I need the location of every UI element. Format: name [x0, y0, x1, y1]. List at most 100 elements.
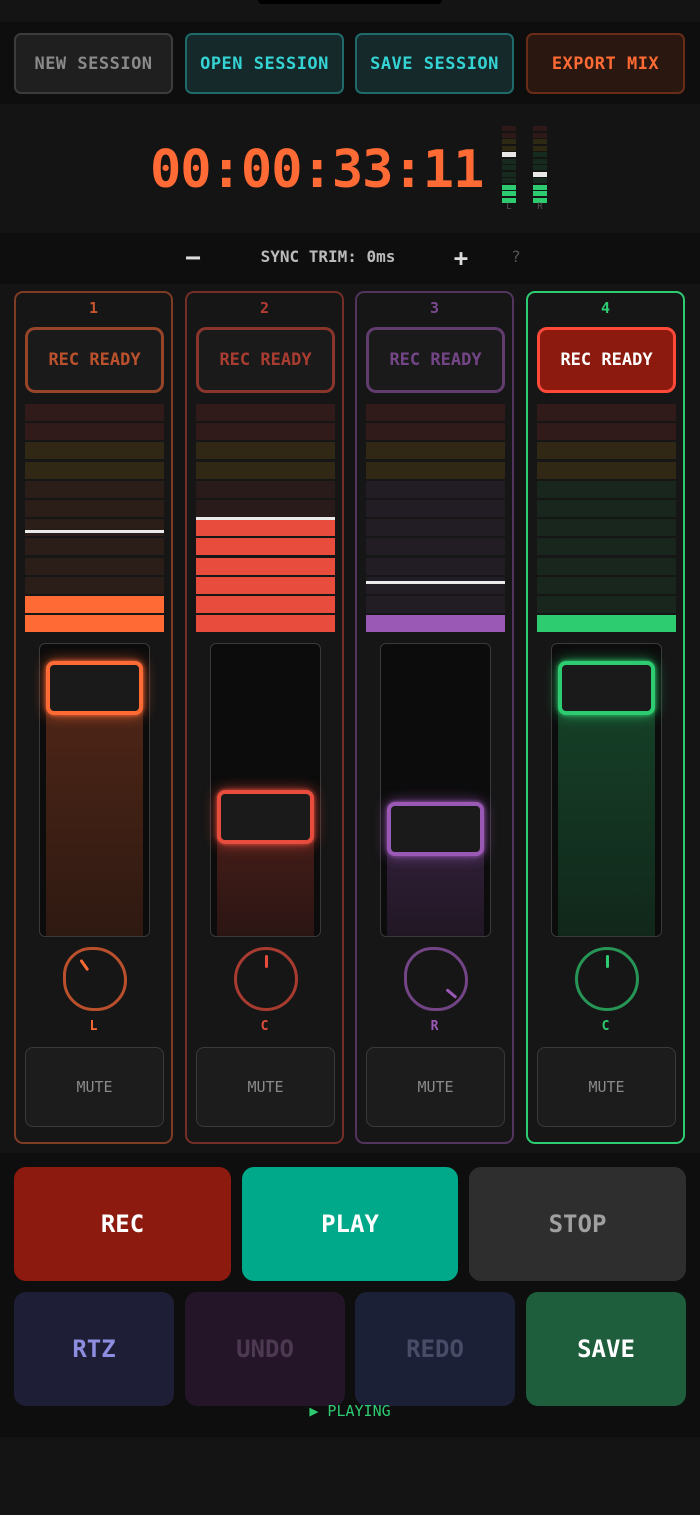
meter-segment	[537, 500, 676, 517]
return-to-zero-button[interactable]: RTZ	[14, 1292, 174, 1406]
sync-trim-decrease-button[interactable]: −	[180, 243, 206, 273]
meter-segment	[196, 538, 335, 556]
meter-segment	[196, 557, 335, 575]
meter-segment	[537, 615, 676, 633]
meter-segment	[196, 480, 335, 498]
meter-segment	[25, 519, 164, 537]
transport-panel: REC PLAY STOP RTZ UNDO REDO SAVE ▶ PLAYI…	[0, 1153, 700, 1437]
record-button[interactable]: REC	[14, 1167, 231, 1281]
meter-segment	[196, 615, 335, 633]
master-meter-segment	[502, 132, 516, 138]
meter-segment	[196, 519, 335, 537]
save-button[interactable]: SAVE	[526, 1292, 686, 1406]
channel-strip-4: 4 REC READY C MUTE	[526, 291, 685, 1144]
volume-fader-handle[interactable]	[217, 790, 314, 845]
meter-segment	[366, 596, 505, 613]
channel-number: 1	[88, 299, 99, 317]
volume-fader-track[interactable]	[380, 643, 491, 937]
master-meter-segment	[502, 139, 516, 144]
meter-segment	[366, 423, 505, 441]
mute-button[interactable]: MUTE	[196, 1047, 335, 1127]
rec-ready-button[interactable]: REC READY	[537, 327, 676, 393]
meter-segment	[25, 500, 164, 517]
master-meter-segment	[502, 165, 516, 170]
fader-fill	[46, 686, 143, 936]
meter-segment	[196, 596, 335, 613]
pan-knob-pointer	[445, 988, 458, 999]
volume-fader-handle[interactable]	[558, 660, 655, 715]
meter-segment	[537, 442, 676, 460]
level-meter	[366, 404, 505, 633]
level-meter	[25, 404, 164, 633]
volume-fader-handle[interactable]	[46, 660, 143, 715]
sync-trim-increase-button[interactable]: +	[448, 243, 474, 273]
channel-strip-2: 2 REC READY C MUTE	[185, 291, 344, 1144]
master-meter-right	[533, 126, 547, 204]
master-meter-segment	[533, 184, 547, 190]
rec-ready-button[interactable]: REC READY	[366, 327, 505, 393]
rec-ready-button[interactable]: REC READY	[196, 327, 335, 393]
meter-segment	[196, 423, 335, 441]
volume-fader-handle[interactable]	[387, 802, 484, 857]
master-meter-left	[502, 126, 516, 204]
master-meter-segment	[502, 171, 516, 177]
pan-label: C	[601, 1019, 610, 1034]
meter-segment	[25, 596, 164, 613]
meter-segment	[25, 557, 164, 575]
save-session-button[interactable]: SAVE SESSION	[355, 33, 514, 94]
pan-knob[interactable]	[404, 947, 468, 1011]
undo-button[interactable]: UNDO	[185, 1292, 345, 1406]
pan-knob[interactable]	[234, 947, 298, 1011]
export-mix-button[interactable]: EXPORT MIX	[526, 33, 685, 94]
meter-segment	[366, 442, 505, 460]
open-session-button[interactable]: OPEN SESSION	[185, 33, 344, 94]
redo-button[interactable]: REDO	[355, 1292, 515, 1406]
playback-status: ▶ PLAYING	[309, 1402, 391, 1420]
mute-button[interactable]: MUTE	[25, 1047, 164, 1127]
mute-button[interactable]: MUTE	[537, 1047, 676, 1127]
meter-segment	[537, 538, 676, 556]
pan-label: C	[260, 1019, 269, 1034]
meter-segment	[537, 461, 676, 479]
pan-label: R	[430, 1019, 439, 1034]
timecode-display: 00:00:33:11 L R	[0, 104, 700, 228]
master-meter-segment	[533, 139, 547, 144]
meter-segment	[366, 519, 505, 537]
meter-segment	[25, 615, 164, 633]
channel-number: 2	[259, 299, 270, 317]
master-meter-segment	[533, 191, 547, 196]
master-meter-right-label: R	[537, 202, 543, 212]
master-meter-segment	[533, 132, 547, 138]
meter-segment	[25, 442, 164, 460]
master-meter-segment	[533, 152, 547, 157]
master-meter-segment	[502, 184, 516, 190]
pan-knob-pointer	[79, 958, 90, 972]
meter-segment	[537, 576, 676, 594]
meter-segment	[366, 404, 505, 421]
sync-trim-bar: − SYNC TRIM: 0ms + ?	[0, 233, 700, 284]
meter-segment	[366, 461, 505, 479]
master-meter-segment	[533, 165, 547, 170]
pan-knob[interactable]	[63, 947, 127, 1011]
meter-segment	[25, 404, 164, 421]
sync-trim-help-icon[interactable]: ?	[506, 247, 526, 266]
channel-strip-1: 1 REC READY L MUTE	[14, 291, 173, 1144]
master-meter-segment	[533, 171, 547, 177]
meter-segment	[537, 557, 676, 575]
channel-number: 3	[429, 299, 440, 317]
pan-knob[interactable]	[575, 947, 639, 1011]
master-meter-segment	[533, 158, 547, 164]
channel-strip-3: 3 REC READY R MUTE	[355, 291, 514, 1144]
master-meter-segment	[502, 178, 516, 183]
device-notch	[258, 0, 442, 4]
stop-button[interactable]: STOP	[469, 1167, 686, 1281]
pan-label: L	[89, 1019, 98, 1034]
meter-segment	[537, 404, 676, 421]
timecode: 00:00:33:11	[150, 140, 484, 200]
mute-button[interactable]: MUTE	[366, 1047, 505, 1127]
meter-segment	[537, 480, 676, 498]
rec-ready-button[interactable]: REC READY	[25, 327, 164, 393]
meter-segment	[366, 500, 505, 517]
play-button[interactable]: PLAY	[242, 1167, 458, 1281]
new-session-button[interactable]: NEW SESSION	[14, 33, 173, 94]
